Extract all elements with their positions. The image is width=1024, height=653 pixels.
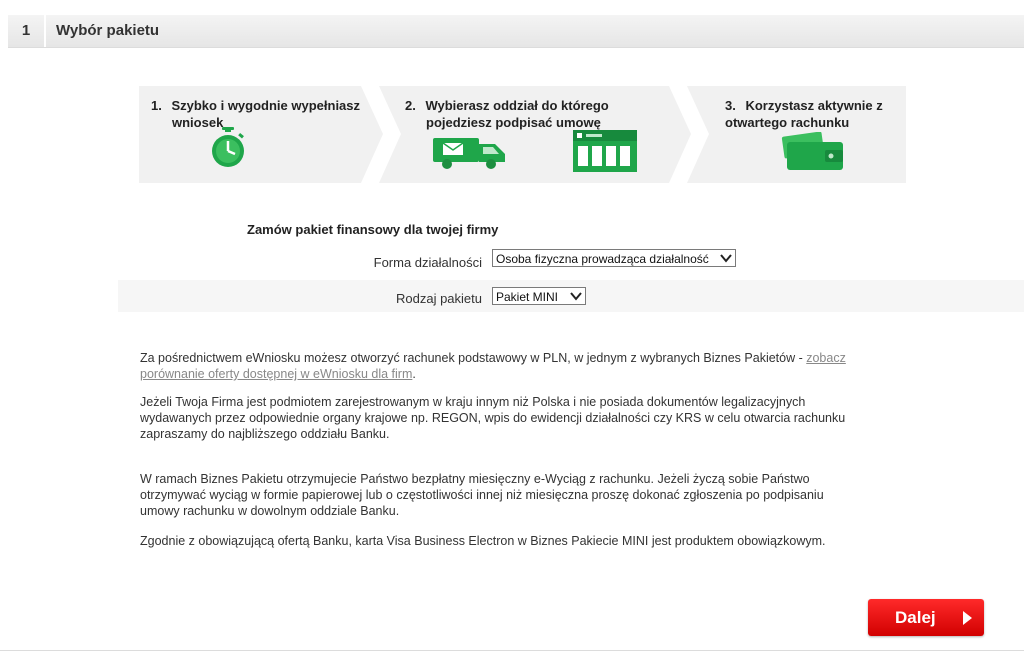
business-form-label: Forma działalności bbox=[373, 255, 482, 270]
step-2-text: 2. Wybierasz oddział do którego pojedzie… bbox=[405, 98, 609, 130]
delivery-van-icon bbox=[433, 138, 505, 169]
chevron-divider bbox=[361, 86, 401, 183]
info-paragraph-2: Jeżeli Twoja Firma jest podmiotem zareje… bbox=[140, 395, 846, 441]
next-button[interactable]: Dalej bbox=[868, 599, 984, 636]
bank-branch-icon bbox=[573, 130, 637, 172]
form-title: Zamów pakiet finansowy dla twojej firmy bbox=[247, 222, 499, 237]
chevron-down-icon bbox=[570, 288, 582, 311]
compare-offer-link[interactable]: zobacz bbox=[806, 351, 846, 365]
info-paragraph-3: W ramach Biznes Pakietu otrzymujecie Pań… bbox=[140, 472, 824, 518]
step-1-text: 1. Szybko i wygodnie wypełniasz wniosek bbox=[151, 98, 361, 130]
package-select[interactable]: Pakiet MINI bbox=[492, 287, 586, 305]
chevron-down-icon bbox=[720, 250, 732, 273]
section-title: Wybór pakietu bbox=[56, 22, 160, 39]
stopwatch-icon bbox=[212, 127, 244, 167]
next-button-label: Dalej bbox=[895, 608, 936, 627]
business-form-select[interactable]: Osoba fizyczna prowadząca działalność bbox=[492, 249, 736, 267]
step-1-number: 1. bbox=[151, 98, 162, 113]
steps-banner: 1. Szybko i wygodnie wypełniasz wniosek … bbox=[139, 86, 906, 183]
info-paragraph-1: Za pośrednictwem eWniosku możesz otworzy… bbox=[140, 351, 846, 381]
business-form-value: Osoba fizyczna prowadząca działalność bbox=[496, 252, 709, 266]
section-number: 1 bbox=[8, 15, 46, 47]
step-3-number: 3. bbox=[725, 98, 736, 113]
wallet-icon bbox=[781, 132, 843, 170]
package-value: Pakiet MINI bbox=[496, 290, 559, 304]
footer-divider bbox=[0, 650, 1024, 651]
step-2-number: 2. bbox=[405, 98, 416, 113]
package-label: Rodzaj pakietu bbox=[396, 291, 482, 306]
chevron-divider bbox=[669, 86, 709, 183]
compare-offer-link-cont[interactable]: porównanie oferty dostępnej w eWniosku d… bbox=[140, 367, 412, 381]
section-header: 1 Wybór pakietu bbox=[8, 15, 1024, 48]
arrow-right-icon bbox=[963, 611, 972, 625]
step-3-text: 3. Korzystasz aktywnie z otwartego rachu… bbox=[725, 98, 883, 130]
info-paragraph-4: Zgodnie z obowiązującą ofertą Banku, kar… bbox=[140, 534, 826, 548]
